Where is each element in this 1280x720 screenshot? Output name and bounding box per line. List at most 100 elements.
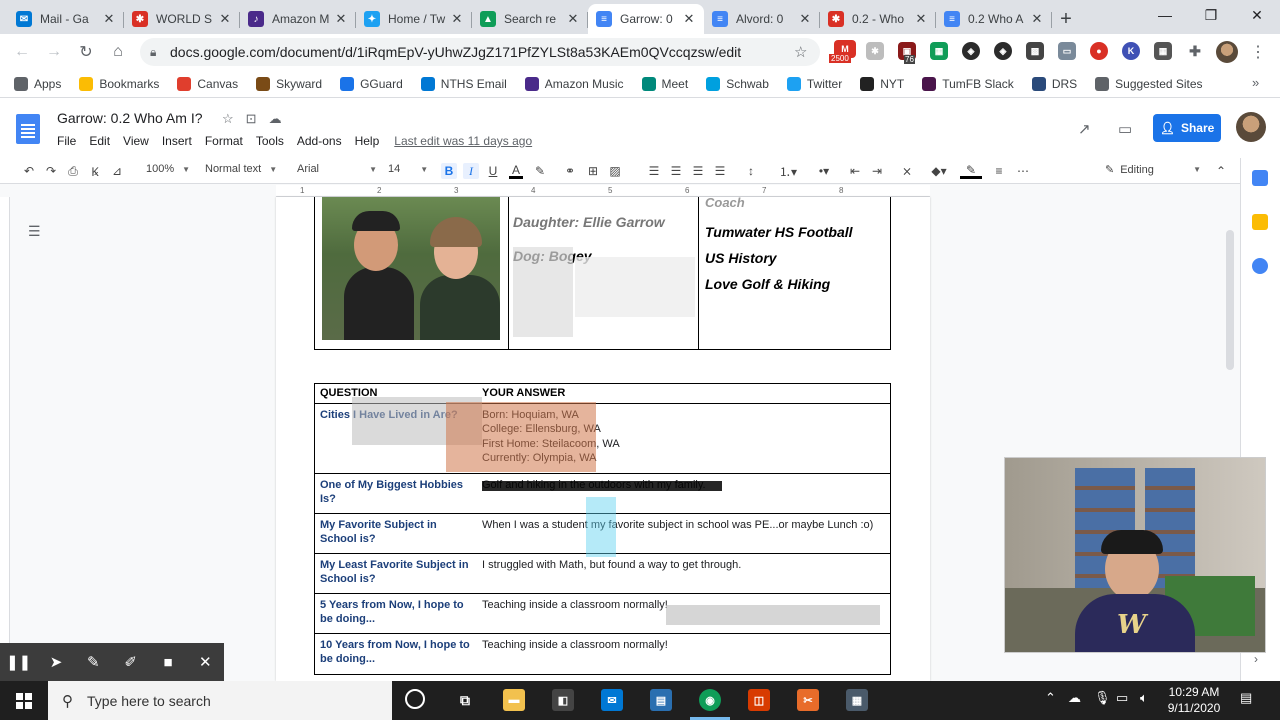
home-button[interactable]: ⌂ [102,36,134,68]
bookmark-item[interactable]: DRS [1031,76,1077,91]
calculator-icon[interactable]: ▦ [846,689,868,711]
docs-logo-icon[interactable] [16,114,40,144]
align-right-icon[interactable]: ☰ [691,163,705,179]
table-row[interactable]: 10 Years from Now, I hope to be doing...… [315,634,890,674]
webcam-overlay[interactable]: W [1004,457,1266,653]
border-color-icon[interactable]: ✎ [960,163,982,179]
close-tab-icon[interactable]: ✕ [566,11,580,27]
file-explorer-icon[interactable]: ▬ [503,689,525,711]
tasks-icon[interactable] [1252,258,1268,274]
undo-icon[interactable]: ↶ [22,163,36,179]
comments-icon[interactable]: ▭ [1118,120,1132,138]
highlight-icon[interactable]: ✎ [533,163,547,179]
pause-icon[interactable]: ❚❚ [0,643,37,681]
table-row[interactable]: My Least Favorite Subject in School is? I… [315,554,890,594]
forward-button[interactable]: → [38,36,70,68]
grid-extension-icon[interactable]: ▦ [1154,42,1172,60]
record-extension-icon[interactable]: ● [1090,42,1108,60]
minimize-icon[interactable]: — [1142,0,1188,30]
menu-help[interactable]: Help [355,134,380,148]
horizontal-ruler[interactable]: 1 2 3 4 5 6 7 8 [276,185,930,197]
volume-icon[interactable]: 🔈︎ [1140,690,1148,706]
close-tab-icon[interactable]: ✕ [798,11,812,27]
taskbar-search-box[interactable]: ⚲ Type here to search [48,681,392,720]
calendar-icon[interactable] [1252,170,1268,186]
shield2-extension-icon[interactable]: ◈ [994,42,1012,60]
system-clock[interactable]: 10:29 AM 9/11/2020 [1158,684,1230,716]
pen-icon[interactable]: ✎ [75,643,112,681]
expand-panel-icon[interactable]: › [1254,652,1258,666]
restore-icon[interactable]: ❐ [1188,0,1234,30]
bookmark-item[interactable]: Skyward [256,76,322,91]
back-button[interactable]: ← [6,36,38,68]
mode-select[interactable]: ✎ Editing ▼ [1105,163,1201,177]
bookmark-item[interactable]: GGuard [340,76,403,91]
close-tab-icon[interactable]: ✕ [682,11,696,27]
onedrive-icon[interactable]: ☁ [1068,690,1081,706]
font-size-select[interactable]: 14 ▼ [388,163,428,175]
bookmark-item[interactable]: NTHS Email [420,76,507,91]
browser-tab[interactable]: ✦ Home / Tw ✕ [356,4,472,34]
browser-tab[interactable]: ▲ Search re ✕ [472,4,588,34]
photos-icon[interactable]: ▤ [650,689,672,711]
bookmark-item[interactable]: Bookmarks [79,76,159,91]
align-left-icon[interactable]: ☰ [646,163,662,179]
browser-tab[interactable]: ≡ Alvord: 0 ✕ [704,4,820,34]
office-icon[interactable]: ◫ [748,689,770,711]
browser-tab[interactable]: ♪ Amazon M ✕ [240,4,356,34]
share-button[interactable]: 👤︎ Share [1153,114,1221,142]
qr-extension-icon[interactable]: ▩ [1026,42,1044,60]
sheets-extension-icon[interactable]: ▦ [930,42,948,60]
bookmark-item[interactable]: NYT [860,76,904,91]
new-tab-button[interactable]: + [1052,4,1080,34]
insert-image-icon[interactable]: ▨ [608,163,622,179]
k-extension-icon[interactable]: K [1122,42,1140,60]
clear-formatting-icon[interactable]: ⨯ [900,163,914,179]
close-tab-icon[interactable]: ✕ [102,11,116,27]
cortana-icon[interactable] [405,689,425,709]
close-tab-icon[interactable]: ✕ [1030,11,1044,27]
more-bookmarks-icon[interactable]: » [1252,75,1259,90]
microphone-icon[interactable]: 🎙︎ [1094,690,1111,706]
link-icon[interactable]: ⚭ [563,163,577,179]
add-comment-icon[interactable]: ⊞ [586,163,600,179]
redo-icon[interactable]: ↷ [44,163,58,179]
vertical-ruler[interactable] [0,197,10,681]
browser-tab[interactable]: ✉ Mail - Ga ✕ [8,4,124,34]
account-avatar[interactable] [1236,112,1266,142]
print-icon[interactable]: ⎙ [66,163,80,179]
keep-icon[interactable] [1252,214,1268,230]
text-color-button[interactable]: A [509,163,523,179]
decrease-indent-icon[interactable]: ⇤ [848,163,862,179]
bold-button[interactable]: B [441,163,457,179]
start-button[interactable] [0,681,48,720]
document-outline-icon[interactable]: ☰ [28,223,41,240]
document-page[interactable]: Daughter: Ellie Garrow Dog: Bogey Coach … [276,197,930,681]
close-tab-icon[interactable]: ✕ [218,11,232,27]
bookmark-item[interactable]: TumFB Slack [922,76,1014,91]
bookmark-item[interactable]: Twitter [786,76,842,91]
menu-view[interactable]: View [123,134,149,148]
bookmark-item[interactable]: Amazon Music [524,76,624,91]
border-dash-icon[interactable]: ⋯ [1016,163,1030,179]
snip-icon[interactable]: ✂ [797,689,819,711]
webcam-icon[interactable]: ■ [149,643,186,681]
reload-button[interactable]: ↻ [70,36,102,68]
chrome-icon[interactable]: ◉ [699,689,721,711]
task-view-icon[interactable]: ⧉ [454,689,476,711]
browser-tab[interactable]: ✱ WORLD S ✕ [124,4,240,34]
spellcheck-icon[interactable]: Ꝃ [88,163,102,179]
style-select[interactable]: Normal text ▼ [205,163,285,175]
close-tab-icon[interactable]: ✕ [914,11,928,27]
paint-format-icon[interactable]: ⊿ [110,163,124,179]
menu-file[interactable]: File [57,134,76,148]
bookmark-item[interactable]: Suggested Sites [1095,76,1203,91]
star-icon[interactable]: ☆ [222,111,234,127]
close-recorder-icon[interactable]: ✕ [187,643,224,681]
border-width-icon[interactable]: ≡ [992,163,1006,179]
pointer-icon[interactable]: ➤ [37,643,74,681]
network-icon[interactable]: ▭ [1116,690,1128,706]
highlighter-icon[interactable]: ✐ [112,643,149,681]
document-scrollbar[interactable] [1226,230,1234,370]
mail-icon[interactable]: ✉ [601,689,623,711]
